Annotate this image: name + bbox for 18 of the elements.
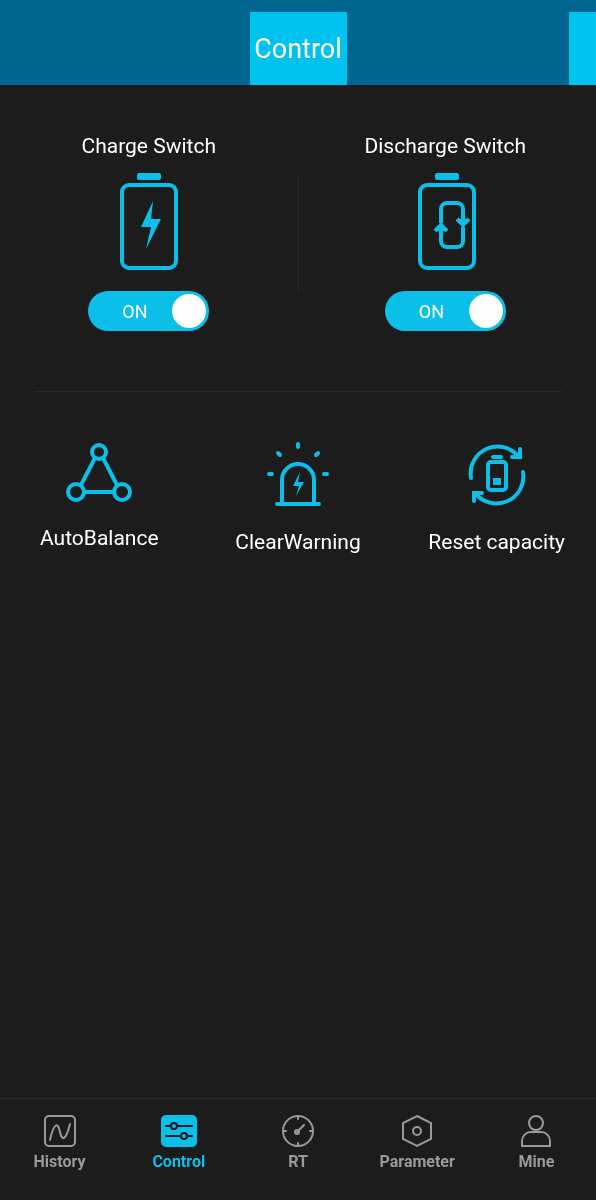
alarm-light-icon[interactable] (265, 442, 331, 508)
nav-tab[interactable]: Mine (476, 1099, 596, 1200)
gauge-icon (280, 1114, 316, 1148)
sliders-icon (160, 1114, 197, 1148)
nav-tab[interactable]: RT (238, 1099, 358, 1200)
nav-tab[interactable]: Control (119, 1099, 239, 1200)
switch-label: Discharge Switch (364, 133, 527, 159)
chart-icon (41, 1114, 78, 1148)
battery-cycle-icon (417, 173, 478, 271)
nav-tab[interactable]: History (0, 1099, 120, 1200)
nav-tab[interactable]: Parameter (357, 1099, 477, 1200)
action-label[interactable]: Reset capacity (428, 530, 565, 554)
page-title: Control (249, 12, 347, 85)
action-label[interactable]: ClearWarning (235, 530, 361, 554)
switch-label: Charge Switch (81, 133, 216, 159)
action-label[interactable]: AutoBalance (40, 526, 159, 550)
battery-charge-icon (118, 173, 179, 271)
triangle-nodes-icon[interactable] (66, 442, 133, 504)
